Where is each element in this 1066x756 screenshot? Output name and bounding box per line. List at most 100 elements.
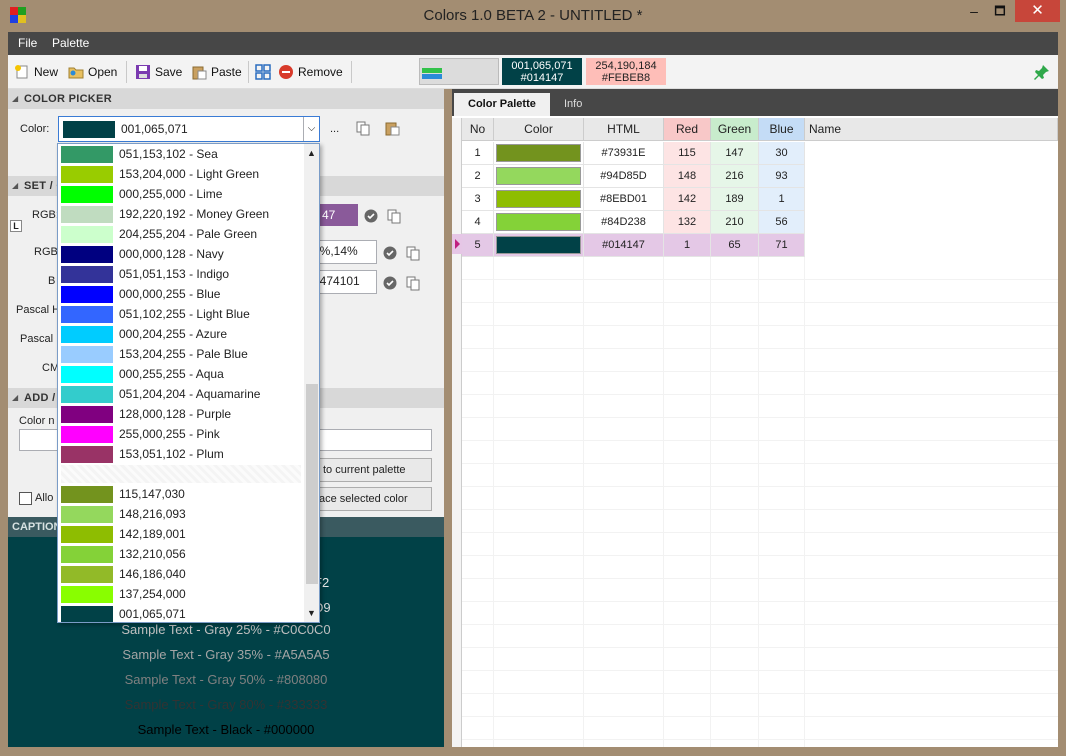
table-cell[interactable]: 216 xyxy=(711,165,759,188)
table-cell[interactable]: 4 xyxy=(462,211,494,234)
check-icon[interactable] xyxy=(383,246,397,263)
table-cell[interactable]: #84D238 xyxy=(584,211,664,234)
current-color-swatch[interactable]: 001,065,071 #014147 xyxy=(502,58,582,85)
l-badge[interactable]: L xyxy=(10,220,22,232)
open-button[interactable]: Open xyxy=(68,63,117,81)
dropdown-recent-color-item[interactable]: 001,065,071 xyxy=(61,604,301,622)
dropdown-named-color-item[interactable]: 000,000,128 - Navy xyxy=(61,244,301,264)
dropdown-recent-color-item[interactable]: 137,254,000 xyxy=(61,584,301,604)
check-icon[interactable] xyxy=(364,209,378,226)
allow-checkbox[interactable] xyxy=(19,492,32,505)
column-header[interactable]: Blue xyxy=(759,118,805,141)
dropdown-named-color-item[interactable]: 051,102,255 - Light Blue xyxy=(61,304,301,324)
new-button[interactable]: New xyxy=(14,63,58,81)
maximize-button[interactable]: 🗖 xyxy=(988,0,1012,22)
dropdown-scrollbar[interactable]: ▲ ▼ xyxy=(304,144,319,622)
dropdown-named-color-item[interactable]: 153,204,000 - Light Green xyxy=(61,164,301,184)
color-picker-header[interactable]: ◢ COLOR PICKER xyxy=(8,89,444,109)
complement-color-swatch[interactable]: 254,190,184 #FEBEB8 xyxy=(586,58,666,85)
paste-icon[interactable] xyxy=(384,120,400,139)
dropdown-named-color-item[interactable]: 153,204,255 - Pale Blue xyxy=(61,344,301,364)
dropdown-named-color-item[interactable]: 000,255,255 - Aqua xyxy=(61,364,301,384)
dropdown-named-color-item[interactable]: 192,220,192 - Money Green xyxy=(61,204,301,224)
table-cell[interactable]: #014147 xyxy=(584,234,664,257)
copy-icon[interactable] xyxy=(355,120,371,139)
column-header[interactable]: Color xyxy=(494,118,584,141)
column-header[interactable]: No xyxy=(462,118,494,141)
column-header[interactable]: Green xyxy=(711,118,759,141)
scroll-thumb[interactable] xyxy=(306,384,318,584)
check-icon[interactable] xyxy=(383,276,397,293)
minimize-button[interactable]: – xyxy=(962,0,986,22)
table-cell[interactable] xyxy=(494,142,584,165)
column-header[interactable]: HTML xyxy=(584,118,664,141)
table-cell[interactable]: 71 xyxy=(759,234,805,257)
dropdown-named-color-item[interactable]: 153,051,102 - Plum xyxy=(61,444,301,464)
dropdown-recent-color-item[interactable]: 148,216,093 xyxy=(61,504,301,524)
table-cell[interactable]: 65 xyxy=(711,234,759,257)
table-cell[interactable] xyxy=(494,188,584,211)
dropdown-named-color-item[interactable]: 051,051,153 - Indigo xyxy=(61,264,301,284)
table-cell[interactable]: #73931E xyxy=(584,142,664,165)
paste-button[interactable]: Paste xyxy=(191,63,242,81)
dropdown-named-color-item[interactable]: 255,000,255 - Pink xyxy=(61,424,301,444)
pin-icon[interactable] xyxy=(1034,64,1050,83)
table-cell[interactable]: 132 xyxy=(664,211,711,234)
table-cell[interactable]: 1 xyxy=(664,234,711,257)
close-button[interactable]: ✕ xyxy=(1015,0,1060,22)
column-header[interactable]: Name xyxy=(805,118,1058,141)
table-cell[interactable]: #8EBD01 xyxy=(584,188,664,211)
menu-file[interactable]: File xyxy=(18,36,37,50)
add-to-palette-button[interactable]: to current palette xyxy=(308,458,432,482)
tab-info[interactable]: Info xyxy=(550,93,596,116)
column-header[interactable]: Red xyxy=(664,118,711,141)
table-cell[interactable]: 210 xyxy=(711,211,759,234)
grid-view-button[interactable] xyxy=(255,63,271,81)
chevron-down-icon[interactable]: ⌵ xyxy=(303,117,319,141)
color-combobox[interactable]: 001,065,071 ⌵ xyxy=(58,116,320,142)
copy-icon[interactable] xyxy=(405,275,421,294)
remove-button[interactable]: Remove xyxy=(278,63,343,81)
dropdown-named-color-item[interactable]: 000,204,255 - Azure xyxy=(61,324,301,344)
replace-color-button[interactable]: ace selected color xyxy=(308,487,432,511)
save-button[interactable]: Save xyxy=(135,63,182,81)
table-cell[interactable]: 148 xyxy=(664,165,711,188)
dropdown-recent-color-item[interactable]: 146,186,040 xyxy=(61,564,301,584)
dropdown-named-color-item[interactable]: 128,000,128 - Purple xyxy=(61,404,301,424)
dropdown-recent-color-item[interactable]: 142,189,001 xyxy=(61,524,301,544)
dropdown-recent-color-item[interactable]: 132,210,056 xyxy=(61,544,301,564)
rgb-color-field[interactable]: 47 xyxy=(318,204,358,226)
more-button[interactable]: ... xyxy=(330,123,339,135)
copy-icon[interactable] xyxy=(386,208,402,227)
dropdown-named-color-item[interactable]: 204,255,204 - Pale Green xyxy=(61,224,301,244)
table-cell[interactable]: 1 xyxy=(759,188,805,211)
copy-icon[interactable] xyxy=(405,245,421,264)
dropdown-named-color-item[interactable]: 051,153,102 - Sea xyxy=(61,144,301,164)
table-cell[interactable] xyxy=(494,211,584,234)
table-cell[interactable]: 115 xyxy=(664,142,711,165)
table-cell[interactable]: 189 xyxy=(711,188,759,211)
table-cell[interactable]: #94D85D xyxy=(584,165,664,188)
color-preview-swatch[interactable] xyxy=(419,58,499,85)
table-cell[interactable] xyxy=(494,165,584,188)
color-swatch xyxy=(61,365,113,383)
color-item-label: 204,255,204 - Pale Green xyxy=(119,227,258,241)
table-cell[interactable]: 56 xyxy=(759,211,805,234)
table-cell[interactable]: 30 xyxy=(759,142,805,165)
table-cell[interactable]: 5 xyxy=(462,234,494,257)
dropdown-named-color-item[interactable]: 000,255,000 - Lime xyxy=(61,184,301,204)
table-cell[interactable]: 2 xyxy=(462,165,494,188)
dropdown-named-color-item[interactable]: 000,000,255 - Blue xyxy=(61,284,301,304)
table-cell[interactable]: 1 xyxy=(462,142,494,165)
table-cell[interactable]: 93 xyxy=(759,165,805,188)
table-cell[interactable]: 142 xyxy=(664,188,711,211)
dropdown-recent-color-item[interactable]: 115,147,030 xyxy=(61,484,301,504)
scroll-up-icon[interactable]: ▲ xyxy=(307,148,316,158)
table-cell[interactable]: 3 xyxy=(462,188,494,211)
scroll-down-icon[interactable]: ▼ xyxy=(307,608,316,618)
tab-color-palette[interactable]: Color Palette xyxy=(454,93,550,116)
dropdown-named-color-item[interactable]: 051,204,204 - Aquamarine xyxy=(61,384,301,404)
menu-palette[interactable]: Palette xyxy=(52,36,89,50)
table-cell[interactable]: 147 xyxy=(711,142,759,165)
table-cell[interactable] xyxy=(494,234,584,257)
